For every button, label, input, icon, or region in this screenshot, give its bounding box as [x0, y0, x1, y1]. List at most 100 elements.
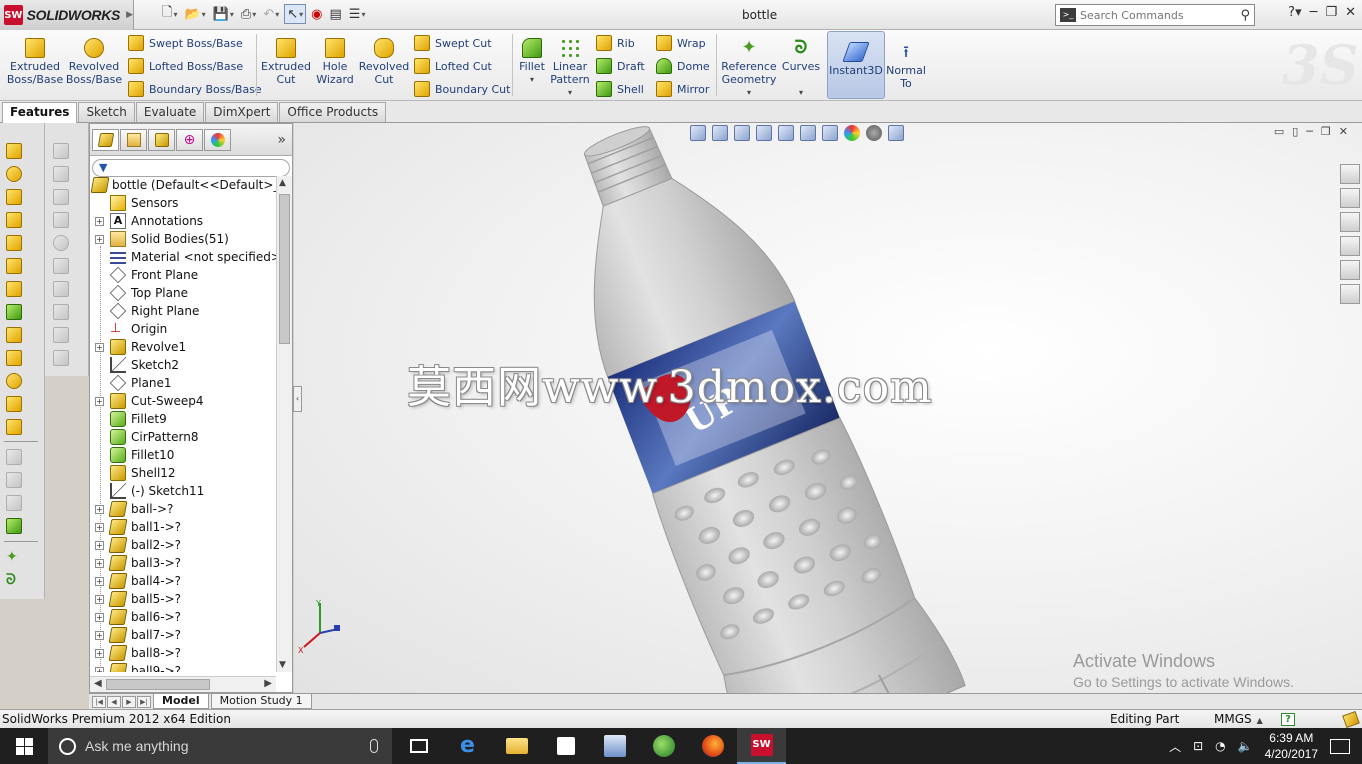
line-icon[interactable] — [53, 189, 69, 205]
view-palette-icon[interactable] — [1340, 236, 1360, 256]
tree-item[interactable]: + ball4->? — [90, 572, 276, 590]
zoom-to-area-icon[interactable] — [712, 125, 728, 141]
reference-geometry-dropdown-icon[interactable]: ▾ — [747, 86, 751, 99]
tree-item[interactable]: ⊥ Origin — [90, 320, 276, 338]
save-button[interactable]: 💾 ▾ — [211, 4, 236, 24]
restore-icon[interactable]: ❐ — [1325, 5, 1337, 20]
tree-item[interactable]: + ball8->? — [90, 644, 276, 662]
tree-item[interactable]: + ball9->? — [90, 662, 276, 672]
expand-icon[interactable]: + — [95, 504, 104, 514]
action-center-icon[interactable] — [1330, 738, 1350, 754]
tile-horizontal-icon[interactable]: ▭ — [1274, 125, 1284, 138]
linear-pattern-button[interactable]: Linear Pattern ▾ — [550, 34, 590, 99]
expand-icon[interactable]: + — [95, 234, 104, 244]
tree-item[interactable]: Sketch2 — [90, 356, 276, 374]
show-hidden-icons-icon[interactable]: ︿ — [1169, 738, 1181, 755]
swept-cut-button[interactable]: Swept Cut — [414, 32, 492, 54]
curves-button[interactable]: ᘐ Curves ▾ — [780, 34, 822, 99]
tree-item[interactable]: + ball5->? — [90, 590, 276, 608]
expand-icon[interactable]: + — [95, 396, 104, 406]
tree-item[interactable]: Fillet10 — [90, 446, 276, 464]
tree-item[interactable]: Material <not specified> — [90, 248, 276, 266]
edge-button[interactable]: e — [443, 728, 492, 764]
reference-geometry-icon[interactable]: ✦ — [6, 549, 22, 565]
tab-feature-tree[interactable] — [92, 128, 119, 151]
dome-button[interactable]: Dome — [656, 55, 710, 77]
circle-icon[interactable] — [53, 235, 69, 251]
rebuild-button[interactable]: ◉ — [309, 4, 324, 24]
options-button[interactable]: ☰ ▾ — [347, 4, 368, 24]
revolved-cut-icon[interactable] — [6, 258, 22, 274]
expand-icon[interactable]: + — [95, 576, 104, 586]
globe-app-button[interactable] — [639, 728, 688, 764]
expand-icon[interactable]: + — [95, 216, 104, 226]
graphics-area[interactable]: UP ▭ ▯ ─ ❐ ✕ 莫西网www.3dmox.com Y X Activa… — [294, 123, 1362, 693]
print-button[interactable]: ⎙ ▾ — [239, 4, 258, 24]
tree-filter-input[interactable]: ▼ — [92, 159, 290, 177]
smart-dimension-icon[interactable] — [53, 166, 69, 182]
last-tab-icon[interactable]: ▶| — [137, 695, 151, 708]
new-document-button[interactable]: 🗋 ▾ — [160, 4, 179, 24]
search-commands[interactable]: >_ ⚲ — [1055, 4, 1255, 26]
display-style-icon[interactable] — [800, 125, 816, 141]
hole-wizard-button[interactable]: Hole Wizard — [312, 34, 358, 86]
store-button[interactable] — [541, 728, 590, 764]
expand-icon[interactable]: + — [95, 630, 104, 640]
revolve-icon[interactable] — [6, 166, 22, 182]
scroll-down-icon[interactable]: ▼ — [279, 660, 286, 670]
design-library-icon[interactable] — [1340, 188, 1360, 208]
tree-item[interactable]: + A Annotations — [90, 212, 276, 230]
solidworks-menu-button[interactable]: SW SOLIDWORKS ▶ — [0, 0, 134, 30]
minimize-icon[interactable]: ─ — [1310, 5, 1318, 20]
extruded-boss-button[interactable]: Extruded Boss/Base — [7, 34, 63, 86]
help-icon[interactable]: ?▾ — [1288, 5, 1301, 20]
expand-panel-icon[interactable]: » — [277, 132, 286, 148]
tree-horizontal-scrollbar[interactable]: ◀ ▶ — [90, 676, 276, 692]
tree-item[interactable]: CirPattern8 — [90, 428, 276, 446]
tab-property-manager[interactable] — [120, 128, 147, 151]
rectangle-icon[interactable] — [53, 212, 69, 228]
search-input[interactable] — [1080, 8, 1220, 22]
tree-item[interactable]: Fillet9 — [90, 410, 276, 428]
tab-configuration-manager[interactable] — [148, 128, 175, 151]
tab-sketch[interactable]: Sketch — [78, 102, 135, 122]
combine-icon[interactable] — [6, 472, 22, 488]
view-settings-icon[interactable] — [888, 125, 904, 141]
rib-icon[interactable] — [6, 350, 22, 366]
arc-icon[interactable] — [53, 258, 69, 274]
mirror-button[interactable]: Mirror — [656, 78, 709, 100]
wrap-button[interactable]: Wrap — [656, 32, 706, 54]
view-orientation-icon[interactable] — [778, 125, 794, 141]
tree-item[interactable]: + ball2->? — [90, 536, 276, 554]
wifi-icon[interactable]: ◔ — [1215, 739, 1225, 753]
previous-view-icon[interactable] — [734, 125, 750, 141]
expand-icon[interactable]: + — [95, 558, 104, 568]
intersect-icon[interactable] — [6, 495, 22, 511]
tag-icon[interactable] — [1342, 710, 1360, 729]
select-button[interactable]: ↖ ▾ — [284, 4, 307, 24]
curves-dropdown-icon[interactable]: ▾ — [799, 86, 803, 99]
spline-icon[interactable] — [53, 281, 69, 297]
scroll-left-icon[interactable]: ◀ — [94, 678, 102, 689]
extrude-icon[interactable] — [6, 143, 22, 159]
expand-icon[interactable]: + — [95, 540, 104, 550]
scroll-thumb[interactable] — [279, 194, 290, 344]
search-icon[interactable]: ⚲ — [1240, 8, 1250, 23]
tree-root[interactable]: bottle (Default<<Default>_Disp — [90, 176, 276, 194]
file-explorer-button[interactable] — [492, 728, 541, 764]
tree-item[interactable]: (-) Sketch11 — [90, 482, 276, 500]
draft-icon[interactable] — [6, 518, 22, 534]
tree-item[interactable]: + ball7->? — [90, 626, 276, 644]
tree-item[interactable]: + Solid Bodies(51) — [90, 230, 276, 248]
fillet-button[interactable]: Fillet ▾ — [516, 34, 548, 86]
draft-button[interactable]: Draft — [596, 55, 645, 77]
lofted-boss-button[interactable]: Lofted Boss/Base — [128, 55, 243, 77]
lofted-cut-button[interactable]: Lofted Cut — [414, 55, 492, 77]
sketch-icon[interactable] — [53, 143, 69, 159]
tree-item[interactable]: + ball3->? — [90, 554, 276, 572]
tab-dimxpert[interactable]: DimXpert — [205, 102, 279, 122]
search-scope-icon[interactable]: >_ — [1060, 8, 1076, 22]
file-explorer-icon[interactable] — [1340, 212, 1360, 232]
open-button[interactable]: 📂 ▾ — [182, 4, 207, 24]
microphone-icon[interactable] — [370, 739, 378, 753]
